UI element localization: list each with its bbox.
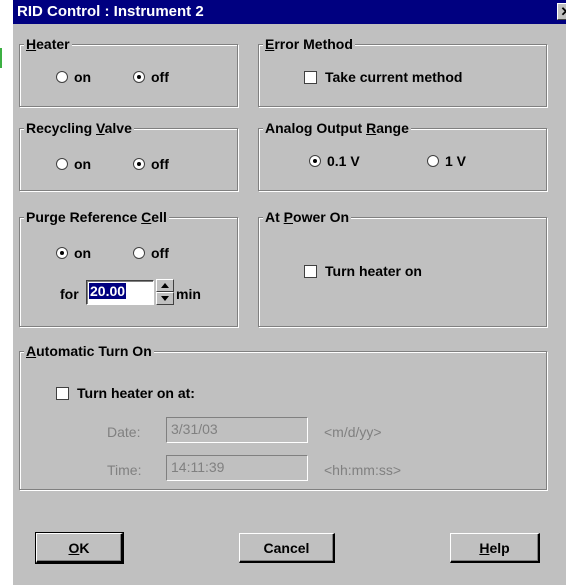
background-strip [0,0,12,585]
date-format-hint: <m/d/yy> [324,424,382,440]
error-method-group: Error Method Take current method [258,35,547,107]
analog-0-1v-radio[interactable]: 0.1 V [309,153,360,169]
cancel-button[interactable]: Cancel [239,533,335,563]
purge-unit-label: min [176,286,201,302]
radio-selected-icon [133,158,145,170]
recycling-valve-off-label: off [151,156,169,172]
take-current-method-checkbox[interactable]: Take current method [304,69,462,85]
radio-circle-icon [427,155,439,167]
date-input[interactable]: 3/31/03 [166,417,308,443]
date-label: Date: [107,424,141,440]
recycling-valve-group: Recycling Valve on off [19,119,238,191]
error-method-legend: Error Method [263,35,355,53]
radio-selected-icon [56,247,68,259]
recycling-valve-off-radio[interactable]: off [133,156,169,172]
ok-button[interactable]: OK [35,532,124,564]
help-mnemonic: H [479,539,490,556]
background-edge-mark [0,48,2,68]
automatic-turn-on-group: Automatic Turn On Turn heater on at: Dat… [19,342,547,490]
purge-on-radio[interactable]: on [56,245,91,261]
purge-off-radio[interactable]: off [133,245,169,261]
radio-selected-icon [309,155,321,167]
heater-group: Heater on off [19,35,238,107]
recycling-valve-on-label: on [74,156,92,172]
purge-reference-group: Purge Reference Cell on off for 20.00 mi… [19,208,238,327]
radio-circle-icon [133,247,145,259]
time-input[interactable]: 14:11:39 [166,455,308,481]
turn-heater-on-at-checkbox[interactable]: Turn heater on at: [56,385,195,401]
radio-selected-icon [133,71,145,83]
recycling-valve-legend: Recycling Valve [24,119,134,137]
ok-label: K [79,539,90,556]
purge-duration-input[interactable]: 20.00 [86,280,154,305]
time-label: Time: [107,462,142,478]
cancel-label: Cancel [263,539,310,556]
analog-0-1v-label: 0.1 V [327,153,360,169]
purge-for-label: for [60,286,79,302]
analog-1v-label: 1 V [445,153,467,169]
heater-legend: Heater [24,35,72,53]
turn-heater-on-label: Turn heater on [325,263,422,279]
analog-output-legend: Analog Output Range [263,119,411,137]
title-bar[interactable]: RID Control : Instrument 2 ✕ [13,0,566,24]
recycling-valve-on-radio[interactable]: on [56,156,91,172]
take-current-method-label: Take current method [325,69,463,85]
heater-on-radio[interactable]: on [56,69,91,85]
heater-off-label: off [151,69,169,85]
analog-1v-radio[interactable]: 1 V [427,153,466,169]
checkbox-icon [304,264,317,278]
power-on-legend: At Power On [263,208,352,226]
radio-circle-icon [56,158,68,170]
checkbox-icon [304,70,317,84]
purge-duration-spinner[interactable] [156,279,174,305]
spin-down-icon[interactable] [156,292,174,305]
heater-off-radio[interactable]: off [133,69,169,85]
time-format-hint: <hh:mm:ss> [324,462,402,478]
heater-on-label: on [74,69,92,85]
help-button[interactable]: Help [450,533,540,563]
help-label: elp [489,539,510,556]
ok-mnemonic: O [68,539,80,556]
dialog-window: RID Control : Instrument 2 ✕ Heater on o… [12,0,566,585]
purge-on-label: on [74,245,92,261]
spin-up-icon[interactable] [156,279,174,292]
analog-output-group: Analog Output Range 0.1 V 1 V [258,119,547,191]
purge-off-label: off [151,245,169,261]
checkbox-icon [56,386,69,400]
radio-circle-icon [56,71,68,83]
purge-duration-value: 20.00 [89,283,127,299]
turn-heater-on-at-label: Turn heater on at: [77,385,195,401]
power-on-group: At Power On Turn heater on [258,208,547,327]
turn-heater-on-checkbox[interactable]: Turn heater on [304,263,422,279]
purge-reference-legend: Purge Reference Cell [24,208,169,226]
close-icon[interactable]: ✕ [557,3,566,20]
window-title: RID Control : Instrument 2 [17,3,204,20]
automatic-turn-on-legend: Automatic Turn On [24,342,154,360]
